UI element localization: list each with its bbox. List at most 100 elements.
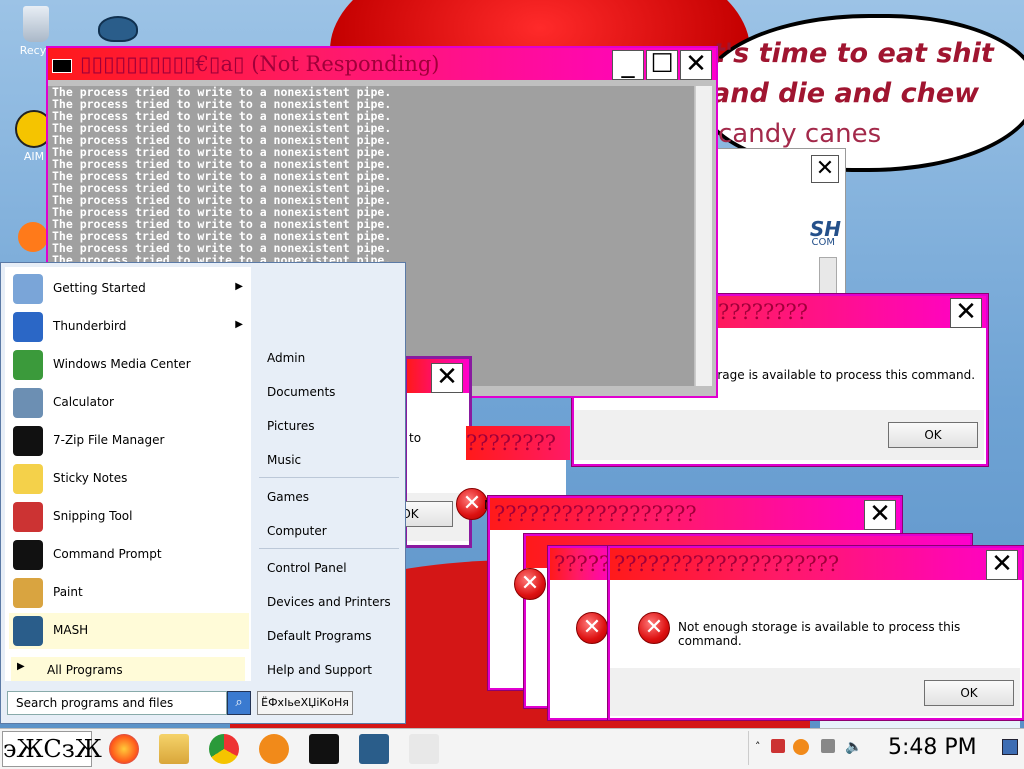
taskbar-app-avast[interactable] xyxy=(252,731,296,765)
recycle-bin-icon xyxy=(23,6,49,42)
close-icon[interactable]: ✕ xyxy=(811,155,839,183)
ok-button[interactable]: OK xyxy=(888,422,978,448)
search-input[interactable]: Search programs and files xyxy=(7,691,227,715)
media-center-icon xyxy=(13,350,43,380)
cmd-titlebar: ▯▯▯▯▯▯▯▯▯▯€▯a▯ (Not Responding) _ ☐ ✕ xyxy=(48,48,716,80)
start-item-paint[interactable]: Paint xyxy=(9,575,249,611)
dialog-footer: OK xyxy=(574,410,984,460)
start-item-label: Windows Media Center xyxy=(53,357,191,371)
start-item-label: Getting Started xyxy=(53,281,146,295)
start-menu-places: Admin Documents Pictures Music Games Computer… xyxy=(253,263,403,683)
firefox-icon xyxy=(109,734,139,764)
taskbar: эЖСзЖ ˄ 🔈 5:48 PM xyxy=(0,728,1024,769)
action-center-icon[interactable] xyxy=(771,739,785,753)
start-place-games[interactable]: Games xyxy=(267,490,309,504)
start-place-music[interactable]: Music xyxy=(267,453,301,467)
start-menu: MASH Paint Command Prompt Snipping Tool Stic… xyxy=(0,262,406,724)
start-place-admin[interactable]: Admin xyxy=(267,351,305,365)
start-item-label: Thunderbird xyxy=(53,319,127,333)
explorer-icon xyxy=(159,734,189,764)
start-item-calculator[interactable]: Calculator xyxy=(9,385,249,421)
dialog-title-strip: ???????? xyxy=(466,426,570,460)
dialog-footer: OK xyxy=(610,668,1020,716)
start-place-computer[interactable]: Computer xyxy=(267,524,327,538)
start-item-thunderbird[interactable]: Thunderbird ▶ xyxy=(9,309,249,345)
close-icon[interactable]: ✕ xyxy=(864,500,896,530)
getting-started-icon xyxy=(13,274,43,304)
start-button[interactable]: эЖСзЖ xyxy=(2,731,102,767)
arrow-right-icon: ▶ xyxy=(235,281,243,292)
all-programs-button[interactable]: ▶ All Programs xyxy=(11,657,245,681)
scrollbar[interactable] xyxy=(695,86,712,386)
desktop-app-icon[interactable] xyxy=(18,222,48,252)
start-place-help-and-support[interactable]: Help and Support xyxy=(267,663,372,677)
start-item-label: Snipping Tool xyxy=(53,509,133,523)
taskbar-app-chrome[interactable] xyxy=(202,731,246,765)
taskbar-app-command-prompt[interactable] xyxy=(302,731,346,765)
window-icon xyxy=(409,734,439,764)
bubble-line-1: t's time to eat shit xyxy=(712,38,994,69)
start-place-documents[interactable]: Documents xyxy=(267,385,335,399)
close-icon[interactable]: ✕ xyxy=(680,50,712,80)
minimize-icon[interactable]: _ xyxy=(612,50,644,80)
avast-icon xyxy=(259,734,289,764)
tray-expand-icon[interactable]: ˄ xyxy=(755,740,761,753)
mash-icon xyxy=(13,616,43,646)
start-item-label: Paint xyxy=(53,585,83,599)
dialog-titlebar: ?????????????????? ✕ xyxy=(490,498,900,530)
close-icon[interactable]: ✕ xyxy=(986,550,1018,580)
avast-tray-icon[interactable] xyxy=(793,739,809,755)
paint-icon xyxy=(13,578,43,608)
start-item-getting-started[interactable]: Getting Started ▶ xyxy=(9,271,249,307)
start-place-control-panel[interactable]: Control Panel xyxy=(267,561,347,575)
error-icon: ✕ xyxy=(514,568,546,600)
sticky-notes-icon xyxy=(13,464,43,494)
dialog-message-fragment: to xyxy=(409,431,422,445)
command-prompt-icon xyxy=(13,540,43,570)
search-placeholder: Search programs and files xyxy=(16,696,174,710)
snipping-tool-icon xyxy=(13,502,43,532)
taskbar-app-explorer[interactable] xyxy=(152,731,196,765)
shutdown-button[interactable]: ЁФхІьеХЏіКоНя xyxy=(257,691,353,715)
taskbar-app-firefox[interactable] xyxy=(102,731,146,765)
dialog-body-fragment: ✕ N xyxy=(456,460,566,520)
start-item-command-prompt[interactable]: Command Prompt xyxy=(9,537,249,573)
bubble-line-2: and die and chew xyxy=(712,78,980,109)
start-item-7-zip-file-manager[interactable]: 7-Zip File Manager xyxy=(9,423,249,459)
dialog-titlebar: ✕ xyxy=(407,359,469,393)
calculator-icon xyxy=(13,388,43,418)
start-place-devices-and-printers[interactable]: Devices and Printers xyxy=(267,595,391,609)
start-item-sticky-notes[interactable]: Sticky Notes xyxy=(9,461,249,497)
error-icon: ✕ xyxy=(576,612,608,644)
search-icon[interactable]: ⌕ xyxy=(227,691,251,715)
dialog-message: Not enough storage is available to proce… xyxy=(678,620,961,648)
dialog-titlebar: ???????????????????? ✕ xyxy=(610,548,1022,580)
maximize-icon[interactable]: ☐ xyxy=(646,50,678,80)
error-icon: ✕ xyxy=(638,612,670,644)
command-prompt-icon xyxy=(309,734,339,764)
ok-button[interactable]: OK xyxy=(924,680,1014,706)
close-icon[interactable]: ✕ xyxy=(431,363,463,393)
clock[interactable]: 5:48 PM xyxy=(888,735,977,760)
start-item-label: Sticky Notes xyxy=(53,471,128,485)
com-fragment: COM xyxy=(811,237,835,248)
thunderbird-icon xyxy=(13,312,43,342)
chrome-icon xyxy=(209,734,239,764)
separator xyxy=(259,548,399,549)
start-item-label: 7-Zip File Manager xyxy=(53,433,165,447)
start-item-mash[interactable]: MASH xyxy=(9,613,249,649)
network-icon[interactable] xyxy=(821,739,835,753)
taskbar-app-mash[interactable] xyxy=(352,731,396,765)
start-item-snipping-tool[interactable]: Snipping Tool xyxy=(9,499,249,535)
volume-icon[interactable]: 🔈 xyxy=(845,739,862,755)
all-programs-label: All Programs xyxy=(47,663,123,677)
start-place-default-programs[interactable]: Default Programs xyxy=(267,629,372,643)
start-item-windows-media-center[interactable]: Windows Media Center xyxy=(9,347,249,383)
mash-icon[interactable] xyxy=(98,16,138,42)
error-dialog-left: ✕ to OK xyxy=(367,356,472,548)
show-desktop-icon[interactable] xyxy=(1002,739,1018,755)
start-place-pictures[interactable]: Pictures xyxy=(267,419,315,433)
arrow-right-icon: ▶ xyxy=(235,319,243,330)
taskbar-app-window[interactable] xyxy=(402,731,446,765)
close-icon[interactable]: ✕ xyxy=(950,298,982,328)
